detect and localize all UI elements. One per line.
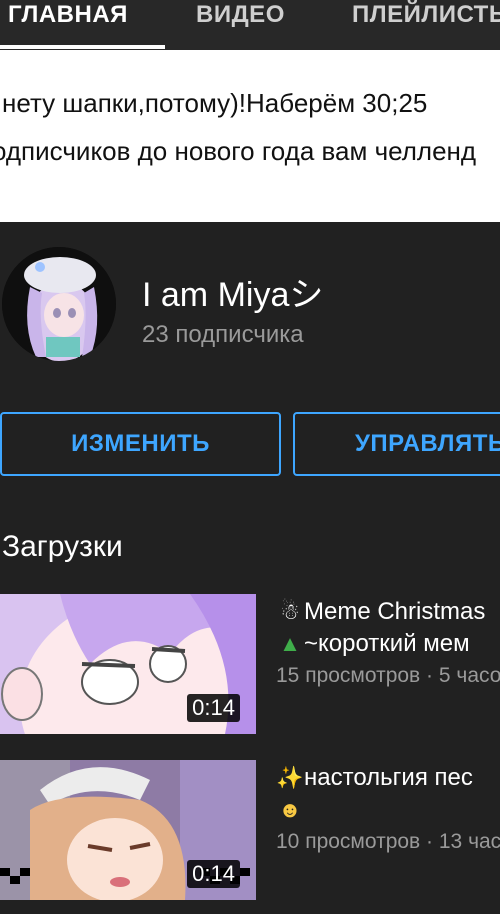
video-title-line-2[interactable]: ☻: [276, 794, 500, 826]
banner-line-2: одписчиков до нового года вам челленд: [0, 136, 476, 167]
uploads-heading: Загрузки: [2, 530, 123, 563]
video-title-line-1[interactable]: ☃ Meme Christmas: [276, 596, 500, 628]
tab-playlists[interactable]: ПЛЕЙЛИСТЫ: [352, 0, 500, 50]
video-title-text-2: ~короткий мем: [304, 630, 470, 657]
manage-button[interactable]: УПРАВЛЯТЬ: [293, 412, 500, 476]
banner-text-1: нету шапки,потому)!Наберём 30;25: [2, 88, 428, 118]
video-thumbnail[interactable]: 0:14: [0, 760, 256, 900]
channel-header: I am Miyaシ 23 подписчика ИЗМЕНИТЬ УПРАВЛ…: [0, 222, 500, 502]
channel-tabs: ГЛАВНАЯ ВИДЕО ПЛЕЙЛИСТЫ: [0, 0, 500, 50]
video-title-line-2[interactable]: ▲ ~короткий мем: [276, 628, 500, 660]
christmas-tree-icon: ▲: [279, 631, 301, 656]
channel-name: I am Miyaシ: [142, 276, 324, 314]
video-item[interactable]: 0:14 ☃ Meme Christmas ▲ ~короткий мем 15 п…: [0, 594, 500, 736]
video-meta: 10 просмотров · 13 часов: [276, 830, 500, 853]
banner-line-1: нету шапки,потому)!Наберём 30;25: [0, 88, 427, 119]
tab-home[interactable]: ГЛАВНАЯ: [8, 0, 128, 50]
video-thumbnail[interactable]: 0:14: [0, 594, 256, 734]
video-title-text: Meme Christmas: [304, 598, 486, 625]
video-item[interactable]: 0:14 ✨настольгия пес ☻ 10 просмотров · 1…: [0, 760, 500, 902]
video-title-text: настольгия пес: [304, 764, 473, 791]
edit-button[interactable]: ИЗМЕНИТЬ: [0, 412, 281, 476]
banner-text-2: одписчиков до нового года вам челленд: [0, 136, 477, 166]
subscriber-count: 23 подписчика: [142, 321, 304, 348]
video-meta: 15 просмотров · 5 часов: [276, 664, 500, 687]
video-title-line-1[interactable]: ✨настольгия пес: [276, 762, 500, 794]
active-tab-indicator: [0, 45, 165, 49]
tab-videos[interactable]: ВИДЕО: [196, 0, 285, 50]
sparkles-icon: ✨: [276, 765, 304, 790]
video-duration: 0:14: [187, 694, 240, 722]
nerd-face-icon: ☻: [278, 797, 302, 822]
avatar[interactable]: [2, 247, 116, 361]
channel-banner: нету шапки,потому)!Наберём 30;25 одписчи…: [0, 50, 500, 222]
video-duration: 0:14: [187, 860, 240, 888]
snowman-icon: ☃: [280, 599, 300, 624]
